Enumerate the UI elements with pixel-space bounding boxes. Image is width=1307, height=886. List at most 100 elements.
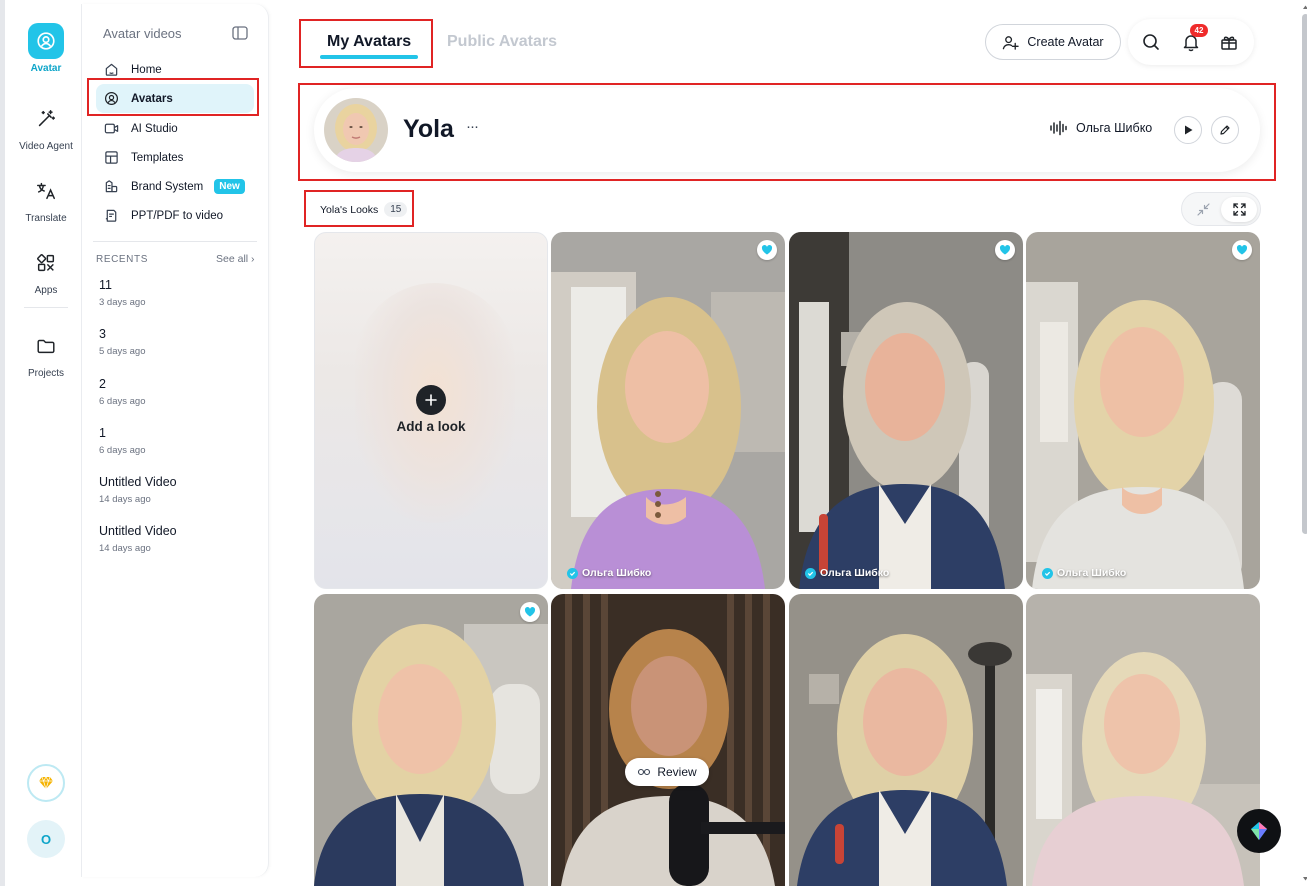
avatar-circle-icon [104,91,119,106]
avatar-name: Yola [403,115,454,143]
recent-item[interactable]: Untitled Video 14 days ago [99,475,177,505]
tab-public-avatars[interactable]: Public Avatars [447,33,557,51]
recent-name: 1 [99,426,106,440]
rail-item-apps[interactable]: Apps [10,245,82,296]
avatar-portrait-image [324,98,388,162]
sidebar-item-brand-system[interactable]: Brand System New [96,172,254,201]
see-all-link[interactable]: See all › [216,253,255,265]
search-button[interactable] [1141,32,1161,52]
recent-date: 14 days ago [99,543,151,554]
rail-label: Projects [27,368,65,379]
heart-icon [524,607,536,617]
magic-wand-icon [28,101,64,137]
looks-count-badge: 15 [384,202,408,217]
rail-label: Video Agent [19,141,73,152]
looks-heading: Yola's Looks 15 [320,202,408,217]
sidebar-item-home[interactable]: Home [96,55,254,84]
rail-item-projects[interactable]: Projects [10,328,82,379]
heart-icon [1236,245,1248,255]
view-size-toggle [1181,192,1261,226]
nav-label: Brand System [131,180,204,193]
home-icon [105,63,118,76]
recent-name: 2 [99,377,106,391]
rail-item-avatar[interactable]: Avatar [10,23,82,74]
recent-item[interactable]: 2 6 days ago [99,377,145,407]
sidebar-item-ppt-pdf[interactable]: PPT/PDF to video [96,201,254,230]
add-look-card[interactable]: Add a look [314,232,548,589]
rail-label: Apps [34,285,58,296]
expand-icon [1232,203,1246,216]
favorite-button[interactable] [1232,240,1252,260]
recent-item[interactable]: Untitled Video 14 days ago [99,524,177,554]
verified-icon [1042,567,1053,579]
heart-icon [999,245,1011,255]
rail-label: Translate [25,213,67,224]
look-owner: Ольга Шибко [1042,567,1126,579]
add-look-label: Add a look [396,419,466,434]
recent-item[interactable]: 3 5 days ago [99,327,145,357]
heart-icon [761,245,773,255]
collapse-icon [1196,203,1210,216]
apps-icon [28,245,64,281]
tab-my-avatars[interactable]: My Avatars [327,33,411,51]
favorite-button[interactable] [995,240,1015,260]
sidebar-item-avatars[interactable]: Avatars [96,84,254,113]
collapse-view-button[interactable] [1185,197,1221,222]
review-label: Review [657,765,697,779]
add-user-icon [1003,35,1020,50]
review-status-pill[interactable]: Review [625,758,709,786]
sidebar-item-templates[interactable]: Templates [96,143,254,172]
video-camera-icon [104,123,119,134]
avatar-more-button[interactable]: ··· [466,118,479,135]
expand-view-button[interactable] [1221,197,1257,222]
create-avatar-button[interactable]: Create Avatar [985,24,1121,60]
avatar-photo[interactable] [324,98,388,162]
recent-item[interactable]: 11 3 days ago [99,278,145,308]
rail-divider [24,307,68,308]
avatar-icon [28,23,64,59]
profile-initial: O [40,831,52,847]
look-thumbnail [1026,594,1260,886]
looks-label: Yola's Looks [320,203,379,216]
look-card[interactable]: Ольга Шибко [789,232,1023,589]
play-voice-button[interactable] [1174,116,1202,144]
scroll-down-arrow-icon[interactable] [1302,875,1307,882]
voice-selector[interactable]: Ольга Шибко [1049,120,1152,136]
recent-date: 6 days ago [99,396,146,407]
favorite-button[interactable] [757,240,777,260]
look-card-in-review[interactable]: Review [551,594,785,886]
waveform-icon [1050,120,1067,136]
icon-rail: Avatar Video Agent Translate Apps Projec… [10,4,82,877]
edit-avatar-button[interactable] [1211,116,1239,144]
gift-button[interactable] [1219,32,1239,52]
scrollbar-thumb[interactable] [1302,14,1307,534]
app-window: Avatar Video Agent Translate Apps Projec… [0,0,1307,886]
pencil-icon [1220,125,1230,135]
nav-label: Templates [131,151,184,164]
look-card[interactable] [789,594,1023,886]
favorite-button[interactable] [520,602,540,622]
verified-icon [805,567,816,579]
header-utilities: 42 [1128,19,1254,65]
sidebar-toggle-icon[interactable] [232,26,248,40]
sidebar-title: Avatar videos [103,26,182,41]
assistant-fab[interactable] [1237,809,1281,853]
sidebar-item-ai-studio[interactable]: AI Studio [96,114,254,143]
profile-avatar[interactable]: O [27,820,65,858]
rail-item-video-agent[interactable]: Video Agent [10,101,82,152]
look-card[interactable]: Ольга Шибко [1026,232,1260,589]
look-card[interactable] [1026,594,1260,886]
recents-heading: RECENTS [96,254,148,265]
look-owner: Ольга Шибко [567,567,651,579]
look-card[interactable] [314,594,548,886]
templates-icon [105,151,118,164]
rail-item-translate[interactable]: Translate [10,173,82,224]
recent-item[interactable]: 1 6 days ago [99,426,145,456]
owner-name: Ольга Шибко [1057,567,1127,579]
scroll-up-arrow-icon[interactable] [1302,4,1307,11]
owner-name: Ольга Шибко [820,567,890,579]
look-card[interactable]: Ольга Шибко [551,232,785,589]
look-thumbnail [551,594,785,886]
search-icon [1143,34,1159,50]
upgrade-button[interactable] [27,764,65,802]
